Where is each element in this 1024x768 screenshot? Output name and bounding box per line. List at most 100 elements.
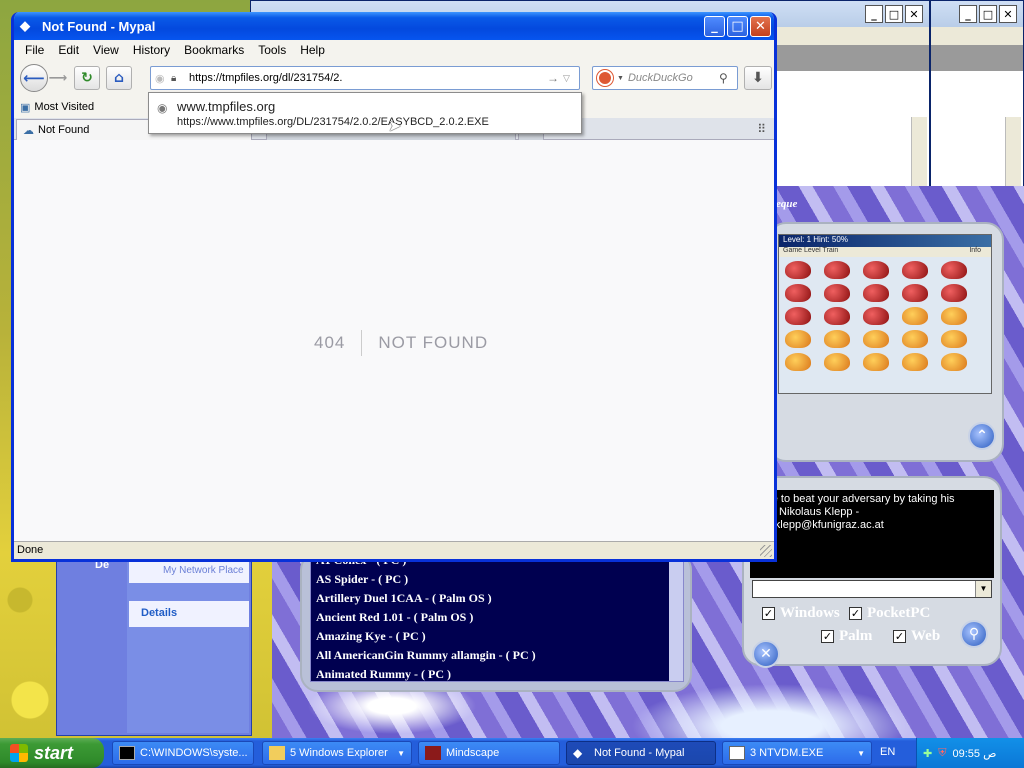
search-engine-dropdown-icon[interactable]: ▼ bbox=[617, 75, 624, 82]
menu-view[interactable]: View bbox=[86, 43, 126, 57]
search-input[interactable]: DuckDuckGo bbox=[628, 72, 719, 84]
checkbox-icon[interactable]: ✓ bbox=[762, 607, 775, 620]
shield-icon[interactable]: ⛨ bbox=[938, 747, 946, 760]
clock[interactable]: 09:55 ص bbox=[952, 747, 996, 760]
minimize-icon[interactable]: _ bbox=[865, 5, 883, 23]
red-piece-icon[interactable] bbox=[824, 307, 850, 325]
red-piece-icon[interactable] bbox=[824, 284, 850, 302]
suggestion-title[interactable]: www.tmpfiles.org bbox=[177, 99, 275, 114]
url-input[interactable]: https://tmpfiles.org/dl/231754/2. bbox=[185, 72, 547, 84]
background-window-1-scrollbar[interactable] bbox=[911, 117, 927, 189]
bookmark-most-visited[interactable]: Most Visited bbox=[34, 101, 94, 113]
orange-piece-icon[interactable] bbox=[824, 353, 850, 371]
task-ntvdm[interactable]: 3 NTVDM.EXE ▼ bbox=[722, 741, 872, 765]
download-button[interactable]: ⬇ bbox=[744, 66, 772, 90]
menu-help[interactable]: Help bbox=[293, 43, 332, 57]
start-button[interactable]: start bbox=[0, 738, 104, 768]
filter-windows[interactable]: ✓ Windows bbox=[762, 605, 840, 622]
network-icon[interactable]: ✚ bbox=[923, 747, 932, 760]
checkbox-icon[interactable]: ✓ bbox=[849, 607, 862, 620]
close-button[interactable]: ✕ bbox=[750, 15, 771, 37]
chevron-down-icon[interactable]: ▼ bbox=[975, 581, 991, 597]
network-places-link[interactable]: My Network Place bbox=[129, 561, 249, 583]
background-window-2-titlebar[interactable]: _ □ ✕ bbox=[931, 1, 1023, 27]
minimize-button[interactable]: _ bbox=[704, 15, 725, 37]
red-piece-icon[interactable] bbox=[785, 261, 811, 279]
menu-bookmarks[interactable]: Bookmarks bbox=[177, 43, 251, 57]
orange-piece-icon[interactable] bbox=[785, 330, 811, 348]
list-item[interactable]: All AmericanGin Rummy allamgin - ( PC ) bbox=[311, 646, 683, 665]
resize-grip-icon[interactable] bbox=[760, 545, 772, 557]
checkbox-icon[interactable]: ✓ bbox=[821, 630, 834, 643]
minimize-icon[interactable]: _ bbox=[959, 5, 977, 23]
orange-piece-icon[interactable] bbox=[941, 307, 967, 325]
language-indicator[interactable]: EN bbox=[880, 746, 895, 758]
orange-piece-icon[interactable] bbox=[902, 353, 928, 371]
maximize-icon[interactable]: □ bbox=[979, 5, 997, 23]
scroll-up-button[interactable]: ⌃ bbox=[968, 422, 996, 450]
red-piece-icon[interactable] bbox=[863, 284, 889, 302]
menu-edit[interactable]: Edit bbox=[51, 43, 86, 57]
orange-piece-icon[interactable] bbox=[863, 330, 889, 348]
menu-history[interactable]: History bbox=[126, 43, 177, 57]
list-scrollbar[interactable] bbox=[669, 561, 683, 681]
orange-piece-icon[interactable] bbox=[941, 330, 967, 348]
filter-palm[interactable]: ✓ Palm bbox=[821, 628, 872, 645]
reload-button[interactable]: ↻ bbox=[74, 66, 100, 90]
filter-pocketpc[interactable]: ✓ PocketPC bbox=[849, 605, 930, 622]
filter-web[interactable]: ✓ Web bbox=[893, 628, 940, 645]
search-icon[interactable]: ⚲ bbox=[960, 620, 988, 648]
orange-piece-icon[interactable] bbox=[902, 307, 928, 325]
url-dropdown-icon[interactable]: ▽ bbox=[563, 73, 579, 84]
url-bar[interactable]: ◉ 🔒︎ https://tmpfiles.org/dl/231754/2. →… bbox=[150, 66, 580, 90]
red-piece-icon[interactable] bbox=[785, 284, 811, 302]
browser-titlebar[interactable]: ◆ Not Found - Mypal _ □ ✕ bbox=[14, 12, 774, 40]
red-piece-icon[interactable] bbox=[902, 284, 928, 302]
checkbox-icon[interactable]: ✓ bbox=[893, 630, 906, 643]
red-piece-icon[interactable] bbox=[863, 261, 889, 279]
game-list[interactable]: A1 Conex - ( PC ) AS Spider - ( PC ) Art… bbox=[310, 560, 684, 682]
orange-piece-icon[interactable] bbox=[863, 353, 889, 371]
red-piece-icon[interactable] bbox=[824, 261, 850, 279]
mindscape-combo[interactable]: ▼ bbox=[752, 580, 992, 598]
list-item[interactable]: Artillery Duel 1CAA - ( Palm OS ) bbox=[311, 589, 683, 608]
menu-tools[interactable]: Tools bbox=[251, 43, 293, 57]
suggestion-url[interactable]: https://www.tmpfiles.org/DL/231754/2.0.2… bbox=[177, 116, 489, 128]
url-autocomplete-popup[interactable]: ◉ www.tmpfiles.org https://www.tmpfiles.… bbox=[148, 92, 582, 134]
task-windows-explorer[interactable]: 5 Windows Explorer ▼ bbox=[262, 741, 412, 765]
orange-piece-icon[interactable] bbox=[902, 330, 928, 348]
list-item[interactable]: Ancient Red 1.01 - ( Palm OS ) bbox=[311, 608, 683, 627]
explorer-window[interactable]: De My Network Place Details bbox=[56, 558, 252, 736]
maximize-button[interactable]: □ bbox=[727, 15, 748, 37]
red-piece-icon[interactable] bbox=[941, 284, 967, 302]
mindscape-game-preview[interactable]: Level: 1 Hint: 50% Game Level Train Info bbox=[778, 234, 992, 394]
forward-button[interactable]: ⟶ bbox=[48, 67, 68, 89]
close-icon[interactable]: ✕ bbox=[752, 640, 780, 668]
details-header[interactable]: Details bbox=[129, 601, 249, 627]
tab-grid-icon[interactable]: ⠿ bbox=[757, 122, 766, 136]
close-icon[interactable]: ✕ bbox=[905, 5, 923, 23]
back-button[interactable]: ⟵ bbox=[20, 64, 48, 92]
orange-piece-icon[interactable] bbox=[941, 353, 967, 371]
background-window-2[interactable]: _ □ ✕ bbox=[930, 0, 1024, 189]
menu-file[interactable]: File bbox=[18, 43, 51, 57]
list-item[interactable]: Animated Rummy - ( PC ) bbox=[311, 665, 683, 681]
list-item[interactable]: AS Spider - ( PC ) bbox=[311, 570, 683, 589]
go-arrow-icon[interactable]: → bbox=[547, 71, 563, 85]
red-piece-icon[interactable] bbox=[941, 261, 967, 279]
background-window-2-scrollbar[interactable] bbox=[1005, 117, 1021, 189]
orange-piece-icon[interactable] bbox=[785, 353, 811, 371]
duckduckgo-icon[interactable] bbox=[597, 70, 613, 86]
task-mindscape[interactable]: Mindscape bbox=[418, 741, 560, 765]
task-mypal[interactable]: ◆ Not Found - Mypal bbox=[566, 741, 716, 765]
home-button[interactable]: ⌂ bbox=[106, 66, 132, 90]
search-icon[interactable]: ⚲ bbox=[719, 71, 737, 85]
maximize-icon[interactable]: □ bbox=[885, 5, 903, 23]
red-piece-icon[interactable] bbox=[902, 261, 928, 279]
task-cmd[interactable]: C:\WINDOWS\syste... bbox=[112, 741, 254, 765]
orange-piece-icon[interactable] bbox=[824, 330, 850, 348]
red-piece-icon[interactable] bbox=[785, 307, 811, 325]
search-bar[interactable]: ▼ DuckDuckGo ⚲ bbox=[592, 66, 738, 90]
list-item[interactable]: Amazing Kye - ( PC ) bbox=[311, 627, 683, 646]
close-icon[interactable]: ✕ bbox=[999, 5, 1017, 23]
